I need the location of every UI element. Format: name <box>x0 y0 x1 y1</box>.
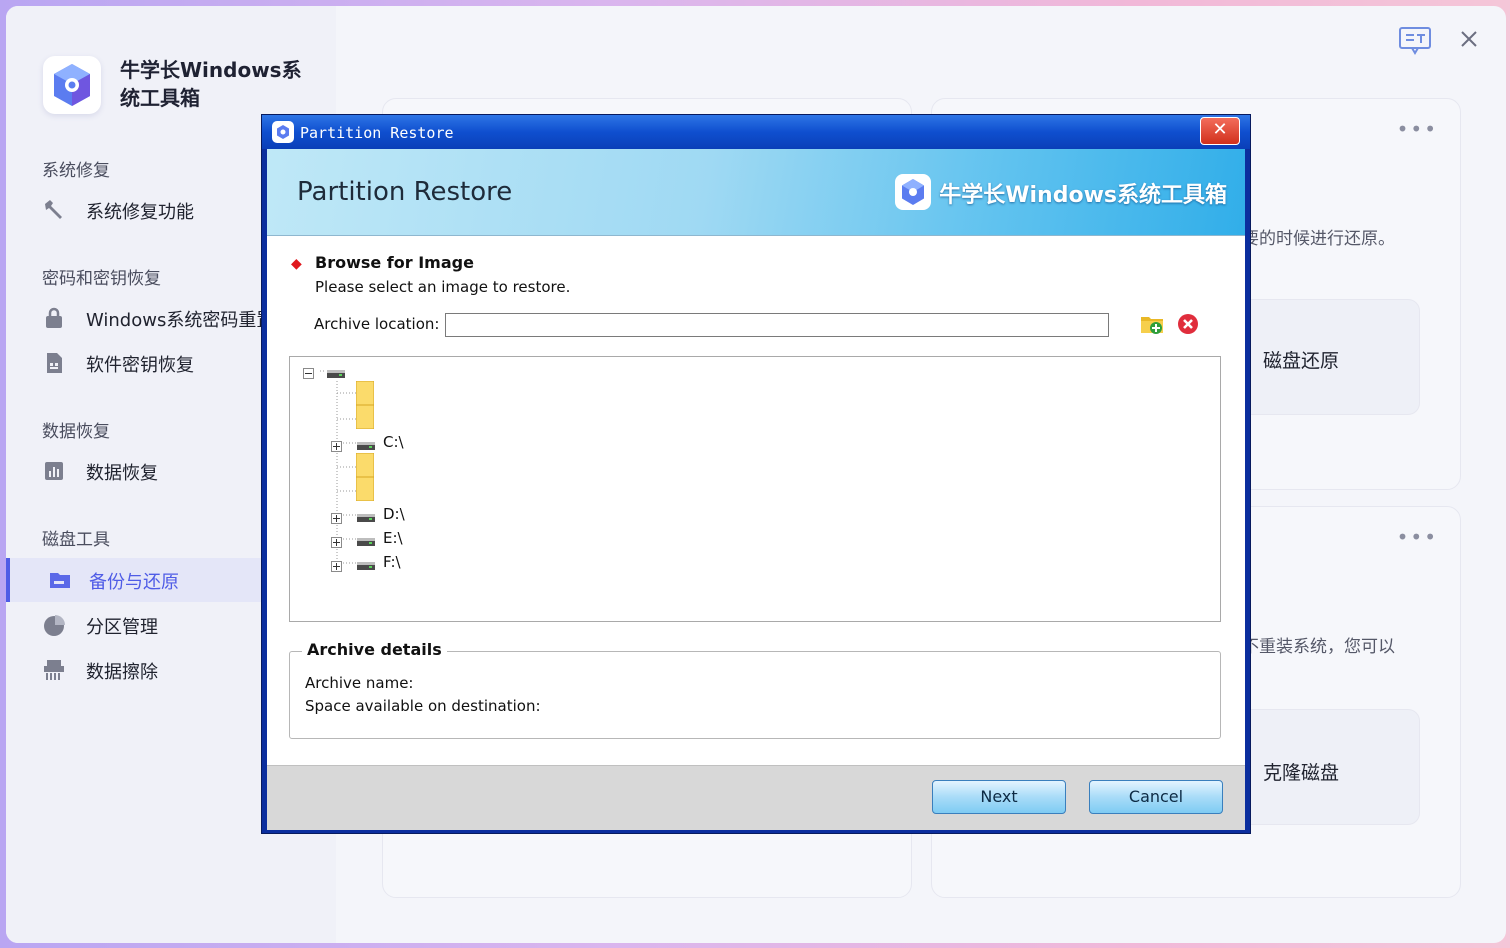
step-subtitle: Please select an image to restore. <box>315 278 571 296</box>
section-title-password: 密码和密钥恢复 <box>42 269 161 289</box>
card-description: 要的时候进行还原。 <box>1242 229 1395 249</box>
sidebar-item-label: 备份与还原 <box>89 572 179 593</box>
section-title-disk-tools: 磁盘工具 <box>42 530 110 550</box>
more-icon[interactable]: ••• <box>1397 525 1438 549</box>
expand-toggle-icon[interactable] <box>331 509 342 528</box>
section-title-system-repair: 系统修复 <box>42 161 110 181</box>
expand-toggle-icon[interactable] <box>331 533 342 552</box>
archive-name-label: Archive name: <box>305 674 414 692</box>
drive-icon[interactable] <box>356 509 376 528</box>
sidebar-item-label: 数据擦除 <box>86 662 158 683</box>
clone-disk-option[interactable]: 克隆磁盘 <box>1226 709 1420 825</box>
card-description: 不重装系统，您可以 <box>1242 637 1395 657</box>
folder-icon[interactable] <box>355 404 375 433</box>
dialog-close-button[interactable]: ✕ <box>1200 117 1240 145</box>
more-icon[interactable]: ••• <box>1397 117 1438 141</box>
next-button[interactable]: Next <box>932 780 1066 814</box>
dialog-titlebar[interactable]: Partition Restore ✕ <box>262 115 1250 149</box>
image-tree[interactable]: C:\ D:\ E:\ F:\ <box>289 356 1221 622</box>
dialog-body: Partition Restore 牛学长Windows系统工具箱 ◆ Brow… <box>267 149 1245 830</box>
archive-location-label: Archive location: <box>314 315 440 333</box>
archive-details-legend: Archive details <box>302 640 447 659</box>
computer-drive-icon[interactable] <box>326 365 346 384</box>
clear-icon[interactable] <box>1177 313 1199 335</box>
dialog-banner: Partition Restore 牛学长Windows系统工具箱 <box>267 149 1245 236</box>
option-label: 克隆磁盘 <box>1263 762 1340 784</box>
pie-chart-icon <box>42 613 66 637</box>
dialog-title: Partition Restore <box>300 124 454 142</box>
sidebar-item-label: 软件密钥恢复 <box>86 355 194 376</box>
partition-restore-dialog: Partition Restore ✕ Partition Restore 牛学… <box>261 114 1251 834</box>
banner-brand: 牛学长Windows系统工具箱 <box>939 183 1227 208</box>
sidebar-item-label: 数据恢复 <box>86 463 158 484</box>
document-key-icon <box>42 351 66 375</box>
drive-icon[interactable] <box>356 557 376 576</box>
folder-icon <box>48 568 72 592</box>
banner-title: Partition Restore <box>297 177 513 207</box>
tree-node-drive-e[interactable]: E:\ <box>383 529 403 547</box>
sidebar-item-label: Windows系统密码重置 <box>86 310 275 331</box>
folder-icon[interactable] <box>355 476 375 505</box>
tree-node-drive-f[interactable]: F:\ <box>383 553 401 571</box>
tree-node-drive-c[interactable]: C:\ <box>383 433 404 451</box>
brand-logo-icon <box>895 174 931 210</box>
app-small-icon <box>272 121 294 147</box>
feedback-icon[interactable] <box>1398 26 1432 60</box>
sidebar-item-label: 分区管理 <box>86 617 158 638</box>
collapse-toggle-icon[interactable] <box>303 364 314 383</box>
wrench-icon <box>42 198 66 222</box>
app-logo <box>43 56 101 114</box>
browse-folder-icon[interactable] <box>1140 312 1164 336</box>
option-label: 磁盘还原 <box>1263 350 1340 372</box>
app-title: 牛学长Windows系统工具箱 <box>120 58 302 110</box>
tree-node-drive-d[interactable]: D:\ <box>383 505 405 523</box>
shredder-icon <box>42 658 66 682</box>
space-available-label: Space available on destination: <box>305 697 541 715</box>
disk-restore-option[interactable]: 磁盘还原 <box>1226 299 1420 415</box>
step-marker-icon: ◆ <box>291 256 302 272</box>
lock-icon <box>42 306 66 330</box>
cancel-button[interactable]: Cancel <box>1089 780 1223 814</box>
close-icon[interactable] <box>1458 28 1480 54</box>
archive-location-input[interactable] <box>445 313 1109 337</box>
archive-details-group: Archive details Archive name: Space avai… <box>289 640 1221 739</box>
dialog-footer: Next Cancel <box>267 765 1245 830</box>
step-title: Browse for Image <box>315 253 474 272</box>
expand-toggle-icon[interactable] <box>331 557 342 576</box>
sidebar-item-label: 系统修复功能 <box>86 202 194 223</box>
chart-box-icon <box>42 459 66 483</box>
expand-toggle-icon[interactable] <box>331 437 342 456</box>
drive-icon[interactable] <box>356 533 376 552</box>
section-title-data-recovery: 数据恢复 <box>42 422 110 442</box>
